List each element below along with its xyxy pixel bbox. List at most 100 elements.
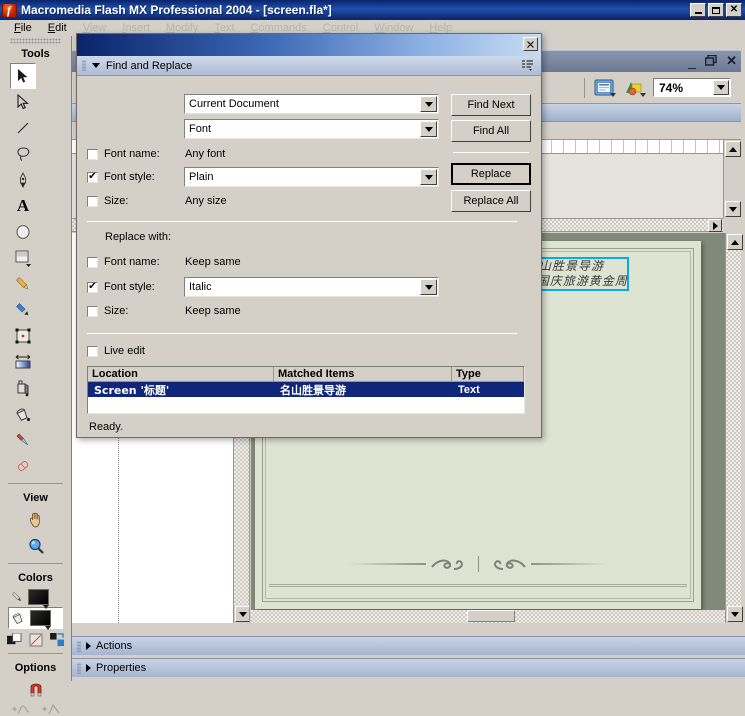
doc-minimize-icon[interactable]: _ — [688, 54, 696, 68]
timeline-scroll-right-button[interactable] — [708, 219, 722, 232]
replace-font-name-row[interactable]: Font name: — [87, 256, 160, 268]
live-edit-row[interactable]: Live edit — [87, 345, 145, 357]
doc-restore-icon[interactable] — [704, 54, 717, 69]
straighten-icon[interactable] — [41, 702, 61, 716]
page-baseline-rules — [269, 584, 687, 587]
panel-grip[interactable] — [82, 60, 86, 71]
options-row-1 — [0, 677, 71, 698]
ink-bottle-tool[interactable] — [10, 375, 36, 401]
column-header-matched-items[interactable]: Matched Items — [274, 367, 452, 381]
stage-scroll-up-button[interactable] — [727, 234, 743, 250]
find-next-button[interactable]: Find Next — [451, 94, 531, 116]
replace-font-style-combo[interactable]: Italic — [184, 277, 439, 297]
selection-tool[interactable] — [10, 63, 36, 89]
stage-hscroll-thumb[interactable] — [467, 610, 515, 622]
fill-transform-tool[interactable] — [10, 349, 36, 375]
pencil-icon — [11, 591, 22, 602]
search-in-combo[interactable]: Current Document — [184, 94, 439, 114]
screen-list-scroll-down-button[interactable] — [235, 606, 249, 622]
menu-item-edit[interactable]: Edit — [40, 22, 75, 34]
find-all-button[interactable]: Find All — [451, 120, 531, 142]
find-and-replace-dialog: Find and Replace Search in: Current Docu… — [76, 33, 542, 438]
edit-scene-icon[interactable] — [593, 78, 616, 97]
expand-arrow-icon[interactable] — [86, 664, 91, 672]
no-color-icon[interactable] — [29, 633, 43, 647]
fill-color-swatch[interactable] — [30, 610, 51, 630]
timeline-scroll-up-button[interactable] — [725, 141, 741, 157]
stroke-color-swatch[interactable] — [28, 589, 49, 609]
line-tool[interactable] — [10, 115, 36, 141]
panel-grip[interactable] — [77, 662, 81, 674]
close-button[interactable]: ✕ — [726, 3, 742, 17]
subselection-tool[interactable] — [10, 89, 36, 115]
find-size-row[interactable]: Size: — [87, 195, 128, 207]
stage-horizontal-scrollbar[interactable] — [251, 610, 725, 623]
colors-section-title: Colors — [18, 572, 53, 584]
for-dropdown-arrow[interactable] — [420, 121, 437, 137]
replace-size-row[interactable]: Size: — [87, 305, 128, 317]
minimize-button[interactable] — [690, 3, 706, 17]
replace-font-style-checkbox[interactable]: ✔ — [87, 281, 98, 293]
properties-panel-header[interactable]: Properties — [72, 658, 745, 677]
doc-close-icon[interactable]: ✕ — [726, 53, 737, 69]
replace-size-checkbox[interactable] — [87, 305, 98, 317]
replace-font-style-dropdown-arrow[interactable] — [420, 279, 437, 295]
find-font-style-dropdown-arrow[interactable] — [420, 169, 437, 185]
find-font-style-checkbox[interactable]: ✔ — [87, 171, 98, 183]
timeline-scroll-down-button[interactable] — [725, 201, 741, 217]
edit-symbols-icon[interactable] — [623, 78, 646, 97]
replace-font-name-checkbox[interactable] — [87, 256, 98, 268]
eyedropper-tool[interactable] — [10, 427, 36, 453]
paint-bucket-tool[interactable] — [10, 401, 36, 427]
find-font-name-row[interactable]: Font name: — [87, 148, 160, 160]
oval-tool[interactable] — [10, 219, 36, 245]
magnet-icon[interactable] — [27, 680, 45, 698]
dialog-body: Search in: Current Document For: Font Fo… — [77, 76, 541, 437]
section-divider — [87, 221, 517, 222]
stage-scroll-track[interactable] — [726, 250, 741, 606]
column-header-location[interactable]: Location — [88, 367, 274, 381]
live-edit-checkbox[interactable] — [87, 345, 98, 357]
swap-colors-icon[interactable] — [49, 633, 65, 647]
stage-vertical-scrollbar[interactable] — [725, 233, 743, 623]
collapse-arrow-icon[interactable] — [92, 63, 100, 68]
free-transform-tool[interactable] — [10, 323, 36, 349]
eraser-tool[interactable] — [10, 453, 36, 479]
maximize-button[interactable] — [708, 3, 724, 17]
panel-grip[interactable] — [77, 640, 81, 652]
pencil-tool[interactable] — [10, 271, 36, 297]
dialog-panel-header[interactable]: Find and Replace — [77, 56, 541, 76]
zoom-dropdown-arrow[interactable] — [713, 80, 729, 95]
lasso-tool[interactable] — [10, 141, 36, 167]
menu-item-file[interactable]: File — [6, 22, 40, 34]
for-combo[interactable]: Font — [184, 119, 439, 139]
stage-scroll-down-button[interactable] — [727, 606, 743, 622]
find-font-name-checkbox[interactable] — [87, 148, 98, 160]
results-table[interactable]: Location Matched Items Type Screen '标题' … — [87, 366, 525, 414]
divider — [8, 653, 63, 654]
find-size-checkbox[interactable] — [87, 195, 98, 207]
timeline-vertical-scrollbar[interactable] — [723, 140, 741, 218]
replace-all-button[interactable]: Replace All — [451, 190, 531, 212]
dialog-close-button[interactable] — [523, 37, 538, 51]
color-shortcut-row — [0, 629, 71, 649]
search-in-dropdown-arrow[interactable] — [420, 96, 437, 112]
actions-panel-header[interactable]: Actions — [72, 636, 745, 655]
rectangle-tool[interactable] — [10, 245, 36, 271]
find-font-style-row[interactable]: ✔ Font style: — [87, 171, 155, 183]
zoom-tool[interactable] — [23, 533, 49, 559]
zoom-control[interactable]: 74% — [653, 78, 731, 97]
hand-tool[interactable] — [23, 507, 49, 533]
smooth-icon[interactable] — [11, 702, 31, 716]
panel-options-menu-icon[interactable] — [522, 60, 534, 71]
find-font-style-combo[interactable]: Plain — [184, 167, 439, 187]
text-tool[interactable]: A — [10, 193, 36, 219]
column-header-type[interactable]: Type — [452, 367, 524, 381]
brush-tool[interactable] — [10, 297, 36, 323]
black-and-white-icon[interactable] — [6, 633, 22, 647]
expand-arrow-icon[interactable] — [86, 642, 91, 650]
pen-tool[interactable] — [10, 167, 36, 193]
table-row[interactable]: Screen '标题' 名山胜景导游 Text — [88, 382, 524, 397]
replace-font-style-row[interactable]: ✔ Font style: — [87, 281, 155, 293]
replace-button[interactable]: Replace — [451, 163, 531, 185]
